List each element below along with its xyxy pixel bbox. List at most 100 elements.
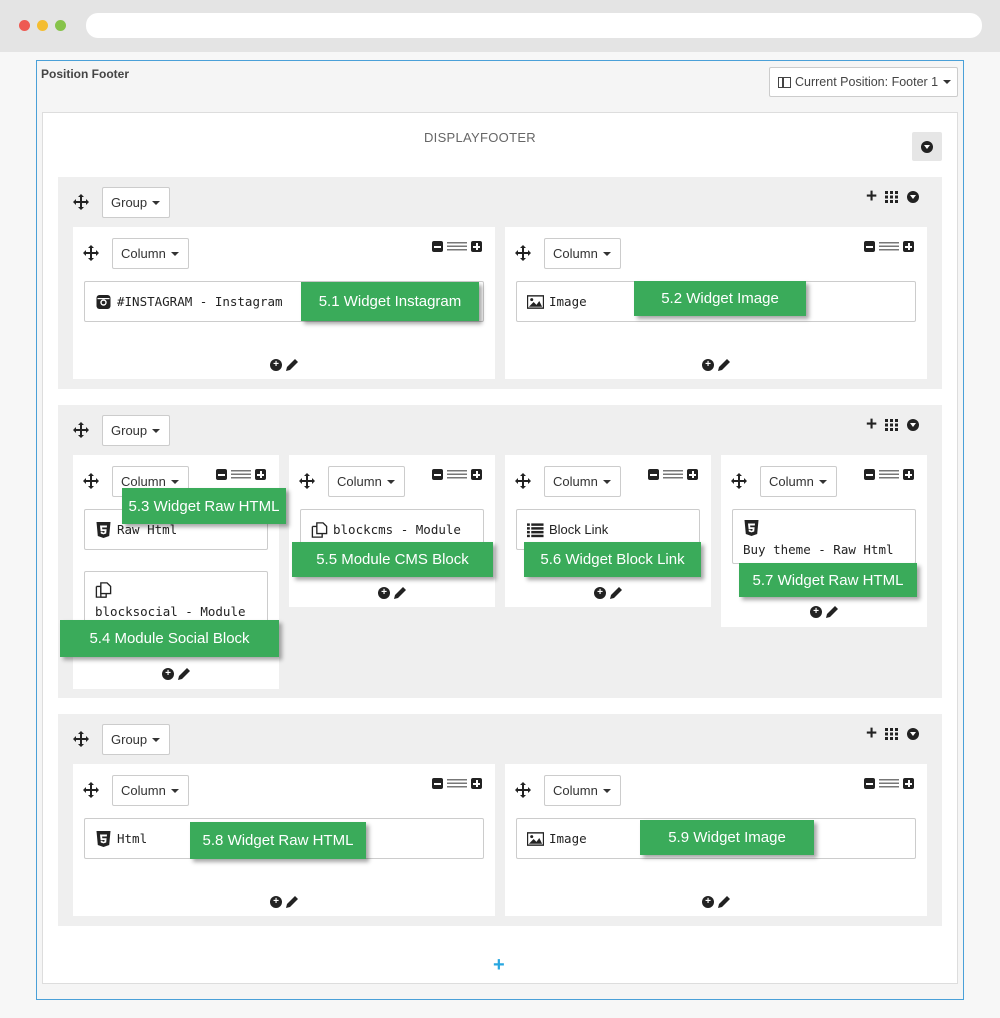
pencil-edit-icon[interactable] [826,606,838,618]
add-column-icon[interactable]: + [866,187,877,206]
pencil-edit-icon[interactable] [718,359,730,371]
caret-down-icon [818,479,827,484]
pencil-edit-icon[interactable] [394,587,406,599]
add-group-button[interactable]: + [493,955,505,975]
widget-label: Image [549,831,587,846]
add-column-icon[interactable]: + [866,415,877,434]
close-window-dot[interactable] [19,20,30,31]
grid-icon[interactable] [885,191,900,203]
annotation-callout: 5.2 Widget Image [634,281,806,316]
column-dropdown[interactable]: Column [112,238,189,269]
group-dropdown[interactable]: Group [102,415,170,446]
add-widget-icon[interactable]: + [270,359,282,371]
group-dropdown[interactable]: Group [102,724,170,755]
add-widget-icon[interactable]: + [810,606,822,618]
pencil-edit-icon[interactable] [610,587,622,599]
add-widget-icon[interactable] [903,241,914,252]
remove-column-icon[interactable] [864,469,875,480]
add-widget-icon[interactable]: + [702,359,714,371]
add-widget-icon[interactable] [903,469,914,480]
caret-down-icon [386,479,395,484]
column-dropdown[interactable]: Column [544,775,621,806]
grid-icon[interactable] [885,728,900,740]
remove-column-icon[interactable] [216,469,227,480]
add-widget-icon[interactable] [687,469,698,480]
move-arrows-icon[interactable] [83,245,99,261]
column-settings-icon[interactable] [663,470,683,479]
minimize-window-dot[interactable] [37,20,48,31]
widget-label: Block Link [549,522,609,537]
column-label: Column [553,783,598,798]
column-label: Column [121,474,166,489]
collapse-icon [921,140,933,153]
column-dropdown[interactable]: Column [544,466,621,497]
add-widget-icon[interactable]: + [594,587,606,599]
move-arrows-icon[interactable] [515,245,531,261]
column-settings-icon[interactable] [879,242,899,251]
column-settings-icon[interactable] [447,242,467,251]
remove-column-icon[interactable] [864,241,875,252]
module-copy-icon [311,521,328,538]
add-widget-icon[interactable]: + [378,587,390,599]
caret-down-icon [602,788,611,793]
hook-collapse-button[interactable] [912,132,942,161]
move-arrows-icon[interactable] [73,422,89,438]
column-settings-icon[interactable] [879,779,899,788]
column-label: Column [121,246,166,261]
list-icon [527,522,544,537]
collapse-icon[interactable] [907,419,920,431]
widget-social-module[interactable]: blocksocial - Module [84,571,268,623]
group-dropdown[interactable]: Group [102,187,170,218]
current-position-dropdown[interactable]: Current Position: Footer 1 [769,67,958,97]
maximize-window-dot[interactable] [55,20,66,31]
widget-label: blockcms - Module [333,522,461,537]
remove-column-icon[interactable] [648,469,659,480]
move-arrows-icon[interactable] [83,782,99,798]
column-settings-icon[interactable] [231,470,251,479]
add-column-icon[interactable]: + [866,724,877,743]
caret-down-icon [943,80,952,84]
pencil-edit-icon[interactable] [178,668,190,680]
column-dropdown[interactable]: Column [760,466,837,497]
column-settings-icon[interactable] [447,470,467,479]
move-arrows-icon[interactable] [515,473,531,489]
add-widget-icon[interactable] [471,241,482,252]
remove-column-icon[interactable] [432,469,443,480]
remove-column-icon[interactable] [432,241,443,252]
column-dropdown[interactable]: Column [544,238,621,269]
remove-column-icon[interactable] [432,778,443,789]
widget-buy-theme[interactable]: Buy theme - Raw Html [732,509,916,564]
grid-icon[interactable] [885,419,900,431]
add-widget-icon[interactable]: + [702,896,714,908]
add-widget-icon[interactable] [255,469,266,480]
add-widget-icon[interactable] [471,469,482,480]
move-arrows-icon[interactable] [73,194,89,210]
add-widget-icon[interactable]: + [162,668,174,680]
pencil-edit-icon[interactable] [286,359,298,371]
column-settings-icon[interactable] [879,470,899,479]
annotation-callout: 5.4 Module Social Block [60,620,279,657]
pencil-edit-icon[interactable] [718,896,730,908]
column-settings-icon[interactable] [447,779,467,788]
annotation-callout: 5.8 Widget Raw HTML [190,822,366,859]
column-dropdown[interactable]: Column [112,775,189,806]
remove-column-icon[interactable] [864,778,875,789]
move-arrows-icon[interactable] [73,731,89,747]
address-bar[interactable] [86,13,982,38]
add-widget-icon[interactable] [471,778,482,789]
move-arrows-icon[interactable] [731,473,747,489]
module-copy-icon [95,582,112,598]
group-label: Group [111,195,148,210]
collapse-icon[interactable] [907,191,920,203]
collapse-icon[interactable] [907,728,920,740]
add-widget-icon[interactable]: + [270,896,282,908]
annotation-callout: 5.5 Module CMS Block [292,542,493,577]
move-arrows-icon[interactable] [515,782,531,798]
move-arrows-icon[interactable] [299,473,315,489]
column-dropdown[interactable]: Column [328,466,405,497]
add-widget-icon[interactable] [903,778,914,789]
image-icon [527,831,544,846]
annotation-callout: 5.7 Widget Raw HTML [739,563,917,597]
move-arrows-icon[interactable] [83,473,99,489]
pencil-edit-icon[interactable] [286,896,298,908]
